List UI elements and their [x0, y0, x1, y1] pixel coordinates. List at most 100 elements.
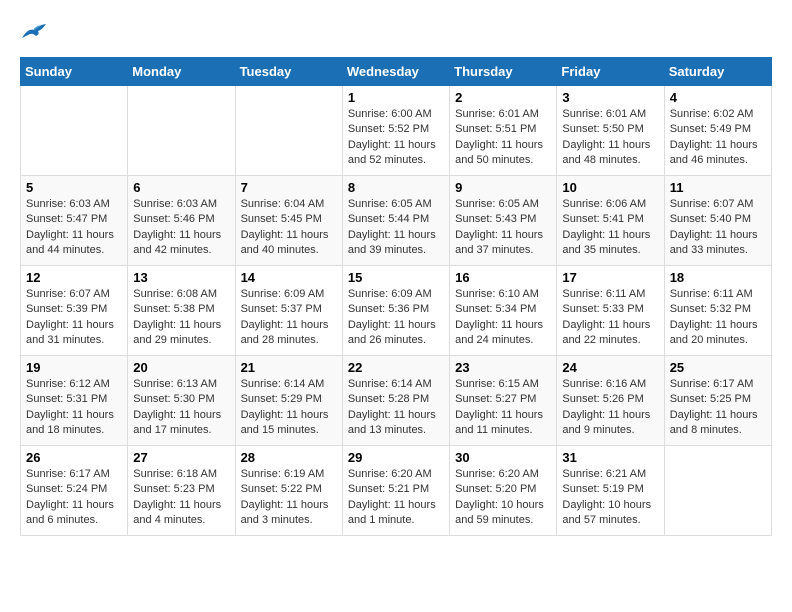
day-number: 10	[562, 180, 658, 195]
calendar-cell: 27 Sunrise: 6:18 AM Sunset: 5:23 PM Dayli…	[128, 446, 235, 536]
day-number: 16	[455, 270, 551, 285]
calendar-cell: 8 Sunrise: 6:05 AM Sunset: 5:44 PM Daylig…	[342, 176, 449, 266]
day-number: 1	[348, 90, 444, 105]
day-info: Sunrise: 6:14 AM Sunset: 5:29 PM Dayligh…	[241, 377, 337, 439]
day-info: Sunrise: 6:02 AM Sunset: 5:49 PM Dayligh…	[670, 107, 766, 169]
calendar-cell: 6 Sunrise: 6:03 AM Sunset: 5:46 PM Daylig…	[128, 176, 235, 266]
day-number: 27	[133, 450, 229, 465]
day-info: Sunrise: 6:04 AM Sunset: 5:45 PM Dayligh…	[241, 197, 337, 259]
day-info: Sunrise: 6:20 AM Sunset: 5:21 PM Dayligh…	[348, 467, 444, 529]
logo	[20, 20, 52, 42]
day-number: 2	[455, 90, 551, 105]
calendar-cell: 2 Sunrise: 6:01 AM Sunset: 5:51 PM Daylig…	[450, 86, 557, 176]
calendar-header-row: SundayMondayTuesdayWednesdayThursdayFrid…	[21, 58, 772, 86]
calendar-week-row: 12 Sunrise: 6:07 AM Sunset: 5:39 PM Dayli…	[21, 266, 772, 356]
calendar-table: SundayMondayTuesdayWednesdayThursdayFrid…	[20, 57, 772, 536]
calendar-cell: 5 Sunrise: 6:03 AM Sunset: 5:47 PM Daylig…	[21, 176, 128, 266]
calendar-cell: 29 Sunrise: 6:20 AM Sunset: 5:21 PM Dayli…	[342, 446, 449, 536]
day-info: Sunrise: 6:12 AM Sunset: 5:31 PM Dayligh…	[26, 377, 122, 439]
day-info: Sunrise: 6:17 AM Sunset: 5:25 PM Dayligh…	[670, 377, 766, 439]
day-info: Sunrise: 6:03 AM Sunset: 5:46 PM Dayligh…	[133, 197, 229, 259]
day-number: 5	[26, 180, 122, 195]
day-number: 31	[562, 450, 658, 465]
day-number: 17	[562, 270, 658, 285]
calendar-cell: 22Sunrise: 6:14 AM Sunset: 5:28 PM Dayli…	[342, 356, 449, 446]
calendar-week-row: 1 Sunrise: 6:00 AM Sunset: 5:52 PM Daylig…	[21, 86, 772, 176]
calendar-cell: 17Sunrise: 6:11 AM Sunset: 5:33 PM Dayli…	[557, 266, 664, 356]
calendar-cell	[235, 86, 342, 176]
day-number: 8	[348, 180, 444, 195]
day-number: 26	[26, 450, 122, 465]
day-info: Sunrise: 6:03 AM Sunset: 5:47 PM Dayligh…	[26, 197, 122, 259]
day-info: Sunrise: 6:20 AM Sunset: 5:20 PM Dayligh…	[455, 467, 551, 529]
calendar-cell: 21 Sunrise: 6:14 AM Sunset: 5:29 PM Dayli…	[235, 356, 342, 446]
calendar-cell: 25 Sunrise: 6:17 AM Sunset: 5:25 PM Dayli…	[664, 356, 771, 446]
weekday-header-monday: Monday	[128, 58, 235, 86]
day-info: Sunrise: 6:15 AM Sunset: 5:27 PM Dayligh…	[455, 377, 551, 439]
day-info: Sunrise: 6:13 AM Sunset: 5:30 PM Dayligh…	[133, 377, 229, 439]
calendar-cell: 10Sunrise: 6:06 AM Sunset: 5:41 PM Dayli…	[557, 176, 664, 266]
calendar-cell: 3 Sunrise: 6:01 AM Sunset: 5:50 PM Daylig…	[557, 86, 664, 176]
day-number: 18	[670, 270, 766, 285]
day-info: Sunrise: 6:08 AM Sunset: 5:38 PM Dayligh…	[133, 287, 229, 349]
weekday-header-sunday: Sunday	[21, 58, 128, 86]
day-number: 23	[455, 360, 551, 375]
day-number: 19	[26, 360, 122, 375]
calendar-cell: 31 Sunrise: 6:21 AM Sunset: 5:19 PM Dayli…	[557, 446, 664, 536]
day-number: 4	[670, 90, 766, 105]
day-info: Sunrise: 6:01 AM Sunset: 5:50 PM Dayligh…	[562, 107, 658, 169]
day-info: Sunrise: 6:01 AM Sunset: 5:51 PM Dayligh…	[455, 107, 551, 169]
day-number: 29	[348, 450, 444, 465]
day-number: 14	[241, 270, 337, 285]
calendar-cell: 14Sunrise: 6:09 AM Sunset: 5:37 PM Dayli…	[235, 266, 342, 356]
day-info: Sunrise: 6:17 AM Sunset: 5:24 PM Dayligh…	[26, 467, 122, 529]
day-number: 3	[562, 90, 658, 105]
calendar-cell: 7 Sunrise: 6:04 AM Sunset: 5:45 PM Daylig…	[235, 176, 342, 266]
calendar-cell: 20 Sunrise: 6:13 AM Sunset: 5:30 PM Dayli…	[128, 356, 235, 446]
weekday-header-tuesday: Tuesday	[235, 58, 342, 86]
calendar-week-row: 5 Sunrise: 6:03 AM Sunset: 5:47 PM Daylig…	[21, 176, 772, 266]
day-number: 7	[241, 180, 337, 195]
calendar-cell: 30 Sunrise: 6:20 AM Sunset: 5:20 PM Dayli…	[450, 446, 557, 536]
day-number: 21	[241, 360, 337, 375]
page-header	[20, 20, 772, 42]
day-number: 6	[133, 180, 229, 195]
day-number: 11	[670, 180, 766, 195]
day-info: Sunrise: 6:21 AM Sunset: 5:19 PM Dayligh…	[562, 467, 658, 529]
weekday-header-thursday: Thursday	[450, 58, 557, 86]
day-number: 15	[348, 270, 444, 285]
day-number: 20	[133, 360, 229, 375]
day-info: Sunrise: 6:11 AM Sunset: 5:32 PM Dayligh…	[670, 287, 766, 349]
day-info: Sunrise: 6:07 AM Sunset: 5:39 PM Dayligh…	[26, 287, 122, 349]
day-number: 13	[133, 270, 229, 285]
day-info: Sunrise: 6:05 AM Sunset: 5:44 PM Dayligh…	[348, 197, 444, 259]
day-info: Sunrise: 6:10 AM Sunset: 5:34 PM Dayligh…	[455, 287, 551, 349]
weekday-header-friday: Friday	[557, 58, 664, 86]
calendar-cell: 9 Sunrise: 6:05 AM Sunset: 5:43 PM Daylig…	[450, 176, 557, 266]
calendar-cell: 11Sunrise: 6:07 AM Sunset: 5:40 PM Dayli…	[664, 176, 771, 266]
calendar-cell	[664, 446, 771, 536]
day-info: Sunrise: 6:18 AM Sunset: 5:23 PM Dayligh…	[133, 467, 229, 529]
calendar-cell	[21, 86, 128, 176]
day-info: Sunrise: 6:09 AM Sunset: 5:36 PM Dayligh…	[348, 287, 444, 349]
calendar-week-row: 19 Sunrise: 6:12 AM Sunset: 5:31 PM Dayli…	[21, 356, 772, 446]
calendar-week-row: 26 Sunrise: 6:17 AM Sunset: 5:24 PM Dayli…	[21, 446, 772, 536]
day-number: 9	[455, 180, 551, 195]
calendar-cell: 12 Sunrise: 6:07 AM Sunset: 5:39 PM Dayli…	[21, 266, 128, 356]
day-info: Sunrise: 6:05 AM Sunset: 5:43 PM Dayligh…	[455, 197, 551, 259]
day-number: 24	[562, 360, 658, 375]
day-number: 30	[455, 450, 551, 465]
calendar-cell: 26 Sunrise: 6:17 AM Sunset: 5:24 PM Dayli…	[21, 446, 128, 536]
calendar-cell: 4 Sunrise: 6:02 AM Sunset: 5:49 PM Daylig…	[664, 86, 771, 176]
calendar-cell: 15 Sunrise: 6:09 AM Sunset: 5:36 PM Dayli…	[342, 266, 449, 356]
day-info: Sunrise: 6:00 AM Sunset: 5:52 PM Dayligh…	[348, 107, 444, 169]
calendar-cell: 16 Sunrise: 6:10 AM Sunset: 5:34 PM Dayli…	[450, 266, 557, 356]
weekday-header-wednesday: Wednesday	[342, 58, 449, 86]
calendar-cell: 18 Sunrise: 6:11 AM Sunset: 5:32 PM Dayli…	[664, 266, 771, 356]
calendar-cell: 28Sunrise: 6:19 AM Sunset: 5:22 PM Dayli…	[235, 446, 342, 536]
weekday-header-saturday: Saturday	[664, 58, 771, 86]
day-number: 25	[670, 360, 766, 375]
calendar-cell: 24Sunrise: 6:16 AM Sunset: 5:26 PM Dayli…	[557, 356, 664, 446]
day-info: Sunrise: 6:19 AM Sunset: 5:22 PM Dayligh…	[241, 467, 337, 529]
day-number: 12	[26, 270, 122, 285]
